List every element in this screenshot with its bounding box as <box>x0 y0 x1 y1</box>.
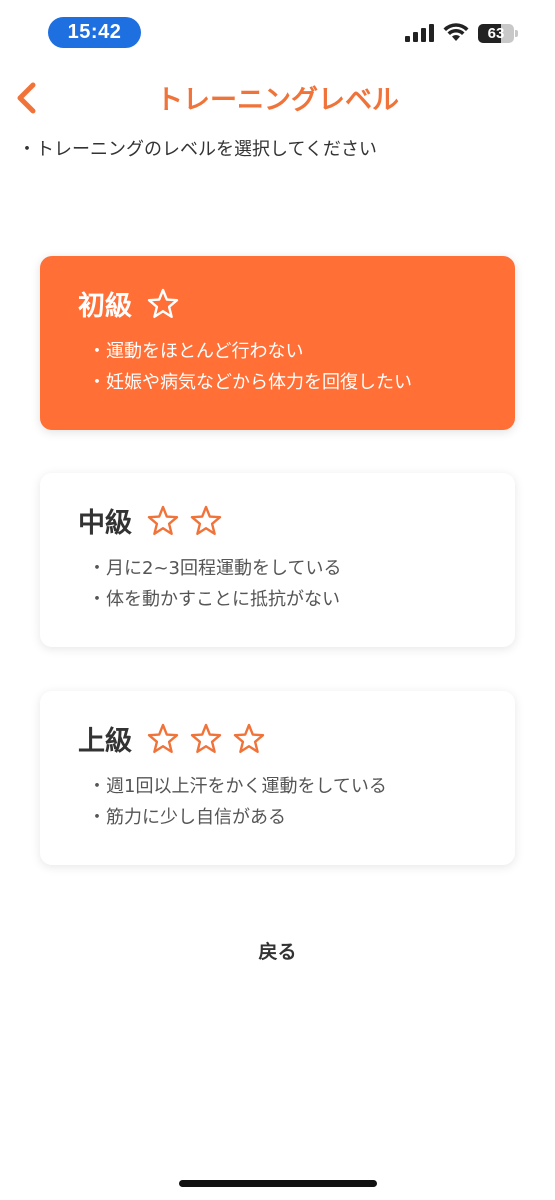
level-name: 初級 <box>78 291 132 322</box>
battery-cap <box>515 30 518 37</box>
star-outline-icon <box>147 505 179 535</box>
page-title: トレーニングレベル <box>156 85 399 116</box>
level-description-list: 週1回以上汗をかく運動をしている筋力に少し自信がある <box>88 771 387 833</box>
star-outline-icon <box>190 723 222 753</box>
level-description-list: 運動をほとんど行わない妊娠や病気などから体力を回復したい <box>88 336 412 398</box>
star-outline-icon <box>233 723 265 753</box>
level-stars <box>146 287 189 321</box>
level-description-item: 妊娠や病気などから体力を回復したい <box>88 367 412 398</box>
star-outline-icon <box>190 505 222 535</box>
level-stars <box>146 504 232 538</box>
level-description-item: 週1回以上汗をかく運動をしている <box>88 771 387 802</box>
star-outline-icon <box>147 288 179 318</box>
level-card-header: 上級 <box>78 719 275 758</box>
level-card[interactable]: 上級週1回以上汗をかく運動をしている筋力に少し自信がある <box>40 691 515 865</box>
level-description-item: 月に2~3回程運動をしている <box>88 553 341 584</box>
wifi-icon <box>443 23 469 41</box>
level-description-list: 月に2~3回程運動をしている体を動かすことに抵抗がない <box>88 553 341 615</box>
level-stars <box>146 722 275 756</box>
level-description-item: 筋力に少し自信がある <box>88 802 387 833</box>
battery-icon: 63 <box>478 24 514 43</box>
level-card[interactable]: 中級月に2~3回程運動をしている体を動かすことに抵抗がない <box>40 473 515 647</box>
level-card[interactable]: 初級運動をほとんど行わない妊娠や病気などから体力を回復したい <box>40 256 515 430</box>
level-card-header: 初級 <box>78 284 189 323</box>
level-name: 中級 <box>78 508 132 539</box>
level-card-header: 中級 <box>78 501 232 540</box>
battery-percentage: 63 <box>487 25 505 42</box>
home-indicator <box>179 1180 377 1187</box>
level-description-item: 運動をほとんど行わない <box>88 336 412 367</box>
status-bar: 15:42 63 <box>0 0 555 62</box>
level-description-item: 体を動かすことに抵抗がない <box>88 584 341 615</box>
back-link[interactable]: 戻る <box>0 937 555 964</box>
status-time: 15:42 <box>48 17 141 48</box>
instruction-text: ・トレーニングのレベルを選択してください <box>18 139 377 160</box>
cellular-signal-icon <box>405 24 434 42</box>
level-name: 上級 <box>78 726 132 757</box>
star-outline-icon <box>147 723 179 753</box>
